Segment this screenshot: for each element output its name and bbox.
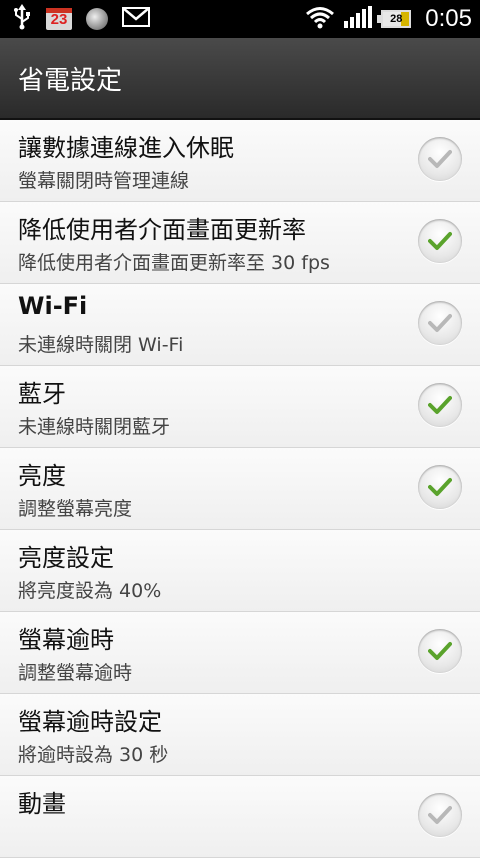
setting-row-brightness-settings[interactable]: 亮度設定 將亮度設為 40% <box>0 530 480 612</box>
setting-label: 藍牙 <box>18 380 66 408</box>
setting-summary: 將逾時設為 30 秒 <box>18 744 169 766</box>
clock: 0:05 <box>425 5 472 32</box>
setting-summary: 螢幕關閉時管理連線 <box>18 170 190 192</box>
setting-summary: 降低使用者介面畫面更新率至 30 fps <box>18 252 330 274</box>
setting-label: 降低使用者介面畫面更新率 <box>18 216 306 244</box>
setting-row-refresh-rate[interactable]: 降低使用者介面畫面更新率 降低使用者介面畫面更新率至 30 fps <box>0 202 480 284</box>
setting-summary: 未連線時關閉 Wi-Fi <box>18 334 184 356</box>
setting-label: 亮度設定 <box>18 544 114 572</box>
setting-summary: 調整螢幕亮度 <box>18 498 133 520</box>
setting-label: Wi-Fi <box>18 292 88 320</box>
calendar-icon: 23 <box>46 8 72 30</box>
signal-icon <box>343 5 373 33</box>
title-bar: 省電設定 <box>0 38 480 120</box>
setting-row-animation[interactable]: 動畫 <box>0 776 480 858</box>
setting-label: 亮度 <box>18 462 66 490</box>
checkbox-wifi[interactable] <box>418 301 462 345</box>
wifi-icon <box>305 5 335 33</box>
setting-summary: 未連線時關閉藍牙 <box>18 416 171 438</box>
setting-row-screen-timeout[interactable]: 螢幕逾時 調整螢幕逾時 <box>0 612 480 694</box>
setting-label: 動畫 <box>18 790 66 818</box>
moon-icon <box>86 8 108 30</box>
battery-icon: 28 <box>377 10 412 28</box>
setting-row-data-sleep[interactable]: 讓數據連線進入休眠 螢幕關閉時管理連線 <box>0 120 480 202</box>
status-bar: 23 28 0:05 <box>0 0 480 38</box>
setting-row-wifi[interactable]: Wi-Fi 未連線時關閉 Wi-Fi <box>0 284 480 366</box>
page-title: 省電設定 <box>18 66 123 96</box>
setting-label: 螢幕逾時設定 <box>18 708 162 736</box>
check-icon <box>428 396 452 414</box>
check-icon <box>428 806 452 824</box>
check-icon <box>428 642 452 660</box>
setting-row-bluetooth[interactable]: 藍牙 未連線時關閉藍牙 <box>0 366 480 448</box>
setting-summary: 將亮度設為 40% <box>18 580 162 602</box>
checkbox-data-sleep[interactable] <box>418 137 462 181</box>
check-icon <box>428 478 452 496</box>
setting-label: 螢幕逾時 <box>18 626 114 654</box>
settings-list: 讓數據連線進入休眠 螢幕關閉時管理連線 降低使用者介面畫面更新率 降低使用者介面… <box>0 120 480 858</box>
checkbox-refresh-rate[interactable] <box>418 219 462 263</box>
usb-icon <box>12 4 32 34</box>
setting-row-screen-timeout-settings[interactable]: 螢幕逾時設定 將逾時設為 30 秒 <box>0 694 480 776</box>
checkbox-bluetooth[interactable] <box>418 383 462 427</box>
check-icon <box>428 232 452 250</box>
setting-row-brightness[interactable]: 亮度 調整螢幕亮度 <box>0 448 480 530</box>
checkbox-brightness[interactable] <box>418 465 462 509</box>
setting-label: 讓數據連線進入休眠 <box>18 134 234 162</box>
checkbox-screen-timeout[interactable] <box>418 629 462 673</box>
setting-summary: 調整螢幕逾時 <box>18 662 133 684</box>
gmail-icon <box>122 7 150 31</box>
check-icon <box>428 150 452 168</box>
check-icon <box>428 314 452 332</box>
